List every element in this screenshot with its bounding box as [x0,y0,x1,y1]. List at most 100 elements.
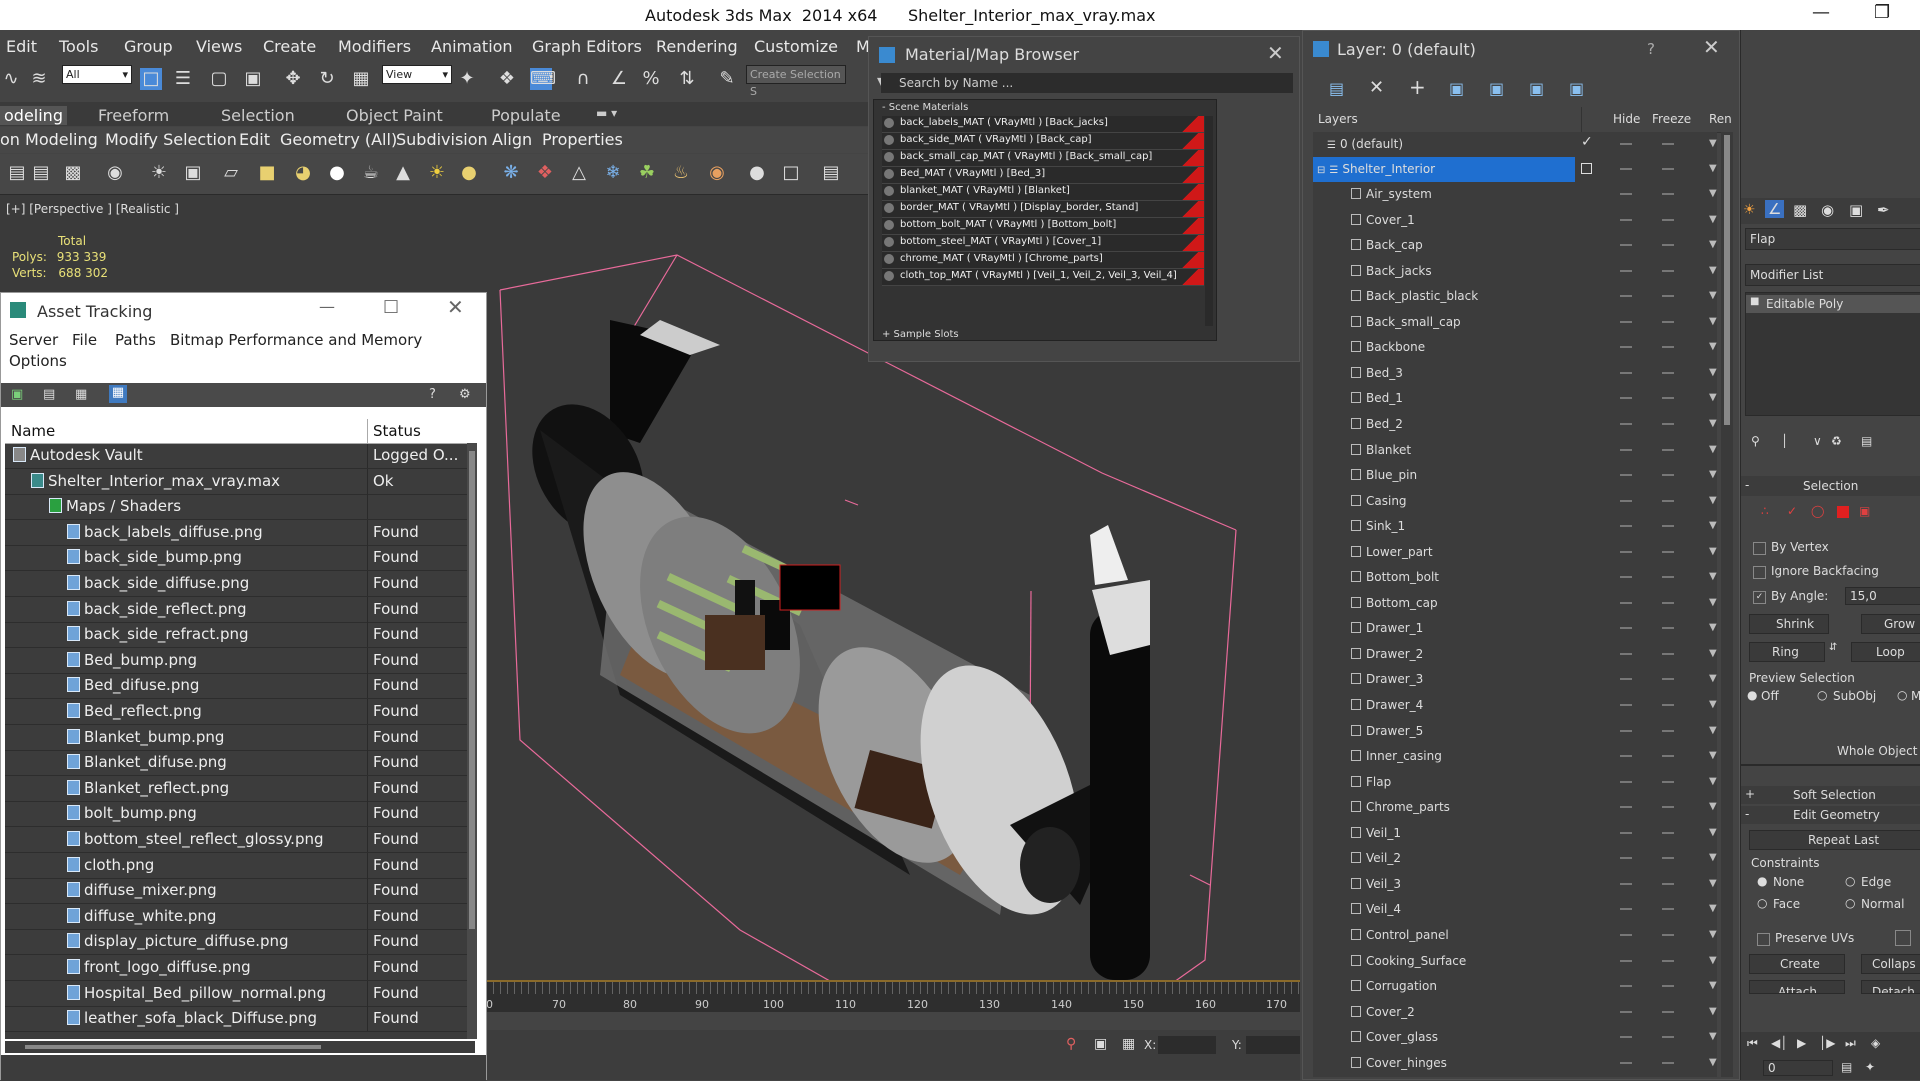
menu-views[interactable]: Views [196,37,242,56]
current-frame-field[interactable]: 0 [1763,1060,1833,1076]
percent-snap-icon[interactable]: % [640,68,662,90]
snap-toggle-icon[interactable]: ∩ [572,68,594,90]
schematic-icon[interactable]: ◉ [104,162,126,184]
asset-row[interactable]: bottom_steel_reflect_glossy.png Found [5,827,467,853]
constraint-normal-radio[interactable]: ○ [1845,896,1855,910]
hide-toggle[interactable] [1620,933,1632,936]
menu-animation[interactable]: Animation [431,37,513,56]
layer-object-row[interactable]: Bed_2 ▼ [1313,412,1717,437]
layer-object-row[interactable]: Corrugation ▼ [1313,974,1717,999]
select-by-name-icon[interactable]: ☰ [172,68,194,90]
column-layers[interactable]: Layers [1318,112,1358,126]
render-toggle-icon[interactable]: ▼ [1709,520,1717,531]
layer-object-row[interactable]: Cover_1 ▼ [1313,208,1717,233]
current-layer-checkbox[interactable] [1581,163,1592,174]
panel-modify-selection[interactable]: Modify Selection [105,130,237,149]
ribbon-options-icon[interactable]: ▬ ▾ [596,106,617,120]
freeze-toggle[interactable] [1662,908,1674,911]
hide-toggle[interactable] [1620,882,1632,885]
constraint-edge-radio[interactable]: ○ [1845,874,1855,888]
menu-tools[interactable]: Tools [59,37,98,56]
collapse-button[interactable]: Collaps [1861,954,1920,974]
polygon-icon[interactable] [1837,506,1849,518]
material-row[interactable]: bottom_bolt_MAT ( VRayMtl ) [Bottom_bolt… [882,218,1204,235]
sphere-texture-icon[interactable]: ◉ [706,162,728,184]
hide-toggle[interactable] [1620,143,1632,145]
render-toggle-icon[interactable]: ▼ [1709,265,1717,276]
unlink-icon[interactable]: ≋ [28,68,50,90]
freeze-toggle[interactable] [1662,244,1674,247]
asset-row[interactable]: bolt_bump.png Found [5,801,467,828]
time-config-icon[interactable]: ▤ [1841,1060,1852,1074]
asset-path-field[interactable] [1,1053,486,1081]
render-toggle-icon[interactable]: ▼ [1709,827,1717,838]
panel-align[interactable]: Align [492,130,532,149]
show-end-result-icon[interactable]: │ [1781,434,1788,448]
layer-object-row[interactable]: Veil_2 ▼ [1313,846,1717,871]
ignore-backfacing-checkbox[interactable] [1753,566,1766,579]
render-toggle-icon[interactable]: ▼ [1709,239,1717,250]
freeze-toggle[interactable] [1662,550,1674,553]
freeze-toggle[interactable] [1662,678,1674,681]
layer-object-row[interactable]: Drawer_4 ▼ [1313,693,1717,718]
scale-icon[interactable]: ▦ [350,68,372,90]
link-icon[interactable]: ∿ [0,68,22,90]
remove-modifier-icon[interactable]: ♻ [1831,434,1842,448]
freeze-toggle[interactable] [1662,1036,1674,1039]
layer-object-row[interactable]: Blue_pin ▼ [1313,463,1717,488]
thumbnail-view-icon[interactable]: ▦ [75,387,87,402]
motion-tab-icon[interactable]: ◉ [1821,201,1834,219]
layer-object-row[interactable]: Bed_3 ▼ [1313,361,1717,386]
asset-row[interactable]: leather_sofa_black_Diffuse.png Found [5,1006,467,1033]
layer-object-row[interactable]: Bottom_cap ▼ [1313,591,1717,616]
freeze-toggle[interactable] [1662,474,1674,477]
render-toggle-icon[interactable]: ▼ [1709,138,1717,149]
freeze-toggle[interactable] [1662,143,1674,145]
layer-object-row[interactable]: Cooking_Surface ▼ [1313,949,1717,974]
panel-subdivision[interactable]: Subdivision [396,130,488,149]
column-hide[interactable]: Hide [1613,112,1640,126]
constraint-face-radio[interactable]: ○ [1757,896,1767,910]
render-frame-icon[interactable]: ▱ [220,162,242,184]
hide-toggle[interactable] [1620,601,1632,604]
freeze-toggle[interactable] [1662,601,1674,604]
export-icon[interactable]: ▤ [820,162,842,184]
absolute-mode-icon[interactable]: ▦ [1122,1036,1135,1052]
freeze-toggle[interactable] [1662,320,1674,323]
pin-stack-icon[interactable]: ⚲ [1751,434,1760,448]
render-toggle-icon[interactable]: ▼ [1709,852,1717,863]
attach-button[interactable]: Attach [1749,980,1845,994]
maximize-icon[interactable]: □ [383,296,399,316]
render-toggle-icon[interactable]: ▼ [1709,341,1717,352]
asset-row[interactable]: Autodesk Vault Logged O... [5,443,467,469]
layer-object-row[interactable]: Back_plastic_black ▼ [1313,284,1717,309]
hide-toggle[interactable] [1620,525,1632,528]
y-coordinate-field[interactable] [1246,1036,1300,1054]
material-row[interactable]: back_side_MAT ( VRayMtl ) [Back_cap] [882,133,1204,150]
asset-row[interactable]: back_side_bump.png Found [5,545,467,572]
material-row[interactable]: Bed_MAT ( VRayMtl ) [Bed_3] [882,167,1204,184]
edge-icon[interactable]: ✓ [1787,504,1797,518]
preserve-uvs-checkbox[interactable] [1757,933,1770,946]
hide-toggle[interactable] [1620,499,1632,502]
play-icon[interactable]: ▶ [1797,1036,1806,1050]
render-toggle-icon[interactable]: ▼ [1709,418,1717,429]
panel-polygon-modeling[interactable]: on Modeling [0,130,98,149]
asset-row[interactable]: back_labels_diffuse.png Found [5,519,467,546]
hide-toggle[interactable] [1620,1036,1632,1039]
select-layer-icon[interactable]: ▣ [1489,79,1504,98]
render-toggle-icon[interactable]: ▼ [1709,469,1717,480]
help-icon[interactable]: ? [429,387,436,402]
layer-object-row[interactable]: Cover_glass ▼ [1313,1025,1717,1050]
vertex-icon[interactable]: ∴ [1761,504,1769,518]
panel-geometry-all[interactable]: Geometry (All) [280,130,397,149]
freeze-toggle[interactable] [1662,652,1674,655]
sphere-icon[interactable]: ● [326,162,348,184]
freeze-toggle[interactable] [1662,346,1674,349]
hide-toggle[interactable] [1620,985,1632,988]
layer-object-row[interactable]: Drawer_2 ▼ [1313,642,1717,667]
keyboard-shortcut-icon[interactable]: ⌨ [530,68,556,90]
column-freeze[interactable]: Freeze [1652,112,1691,126]
asset-row[interactable]: back_side_reflect.png Found [5,596,467,623]
freeze-toggle[interactable] [1662,422,1674,425]
